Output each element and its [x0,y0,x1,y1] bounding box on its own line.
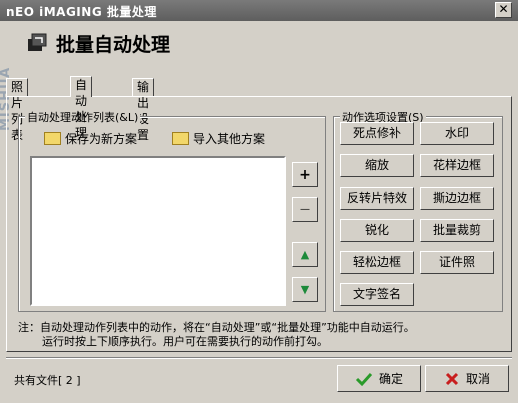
remove-action-button[interactable]: — [292,197,318,222]
cancel-button[interactable]: 取消 [425,365,509,392]
divider [6,357,512,359]
arrow-up-icon: ▲ [300,248,310,261]
option-sharpen[interactable]: 锐化 [340,219,414,242]
cancel-label: 取消 [465,372,490,386]
tab-auto-process[interactable]: 自动处理 [70,76,93,140]
option-text-signature[interactable]: 文字签名 [340,283,414,306]
ok-label: 确定 [378,372,403,386]
action-list[interactable] [30,156,286,306]
help-note: 注：自动处理动作列表中的动作，将在“自动处理”或“批量处理”功能中自动运行。 运… [18,321,415,349]
header: MISHUA 批量自动处理 [0,21,518,131]
batch-process-icon [28,33,47,51]
title-bar: nEO iMAGING 批量处理 ✕ [0,0,518,21]
close-button[interactable]: ✕ [495,2,512,18]
file-count: 共有文件[ 2 ] [14,374,81,387]
folder-open-icon [172,132,189,145]
save-new-scheme-button[interactable]: 保存为新方案 [44,130,137,147]
arrow-down-icon: ▼ [300,283,310,296]
option-watermark[interactable]: 水印 [420,122,494,145]
ok-button[interactable]: 确定 [337,365,421,392]
page-title: 批量自动处理 [56,34,171,56]
option-torn-edge[interactable]: 撕边边框 [420,187,494,210]
check-icon [355,372,373,386]
folder-icon [44,132,61,145]
option-reversal-film[interactable]: 反转片特效 [340,187,414,210]
option-easy-frame[interactable]: 轻松边框 [340,251,414,274]
option-batch-crop[interactable]: 批量裁剪 [420,219,494,242]
cancel-x-icon [445,372,459,385]
option-dead-pixel-fix[interactable]: 死点修补 [340,122,414,145]
option-fancy-frame[interactable]: 花样边框 [420,154,494,177]
tab-photo-list[interactable]: 照片列表 [6,78,29,142]
import-scheme-button[interactable]: 导入其他方案 [172,130,265,147]
move-down-button[interactable]: ▼ [292,277,318,302]
tab-output-settings[interactable]: 输出设置 [132,78,155,142]
plus-icon: + [299,166,311,183]
minus-icon: — [300,204,310,215]
help-note-line2: 运行时按上下顺序执行。用户可在需要执行的动作前打勾。 [42,335,328,348]
help-note-line1: 注：自动处理动作列表中的动作，将在“自动处理”或“批量处理”功能中自动运行。 [18,321,415,334]
move-up-button[interactable]: ▲ [292,242,318,267]
add-action-button[interactable]: + [292,162,318,187]
option-id-photo[interactable]: 证件照 [420,251,494,274]
option-resize[interactable]: 缩放 [340,154,414,177]
window-title: nEO iMAGING 批量处理 [6,5,157,19]
import-scheme-label: 导入其他方案 [193,132,266,146]
